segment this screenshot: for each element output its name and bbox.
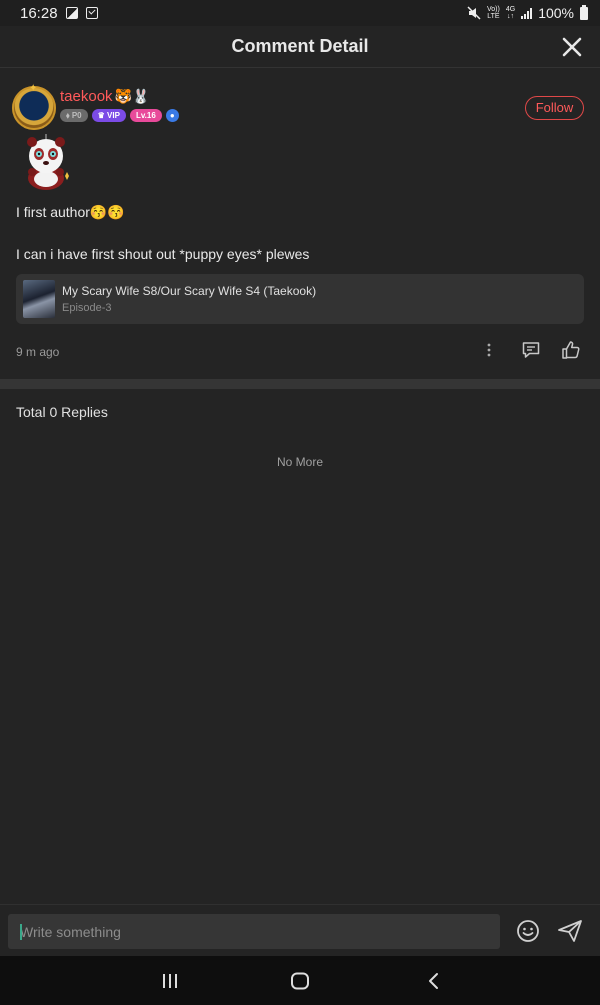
panda-sticker-icon bbox=[27, 134, 69, 190]
status-time: 16:28 bbox=[20, 4, 58, 22]
net-type-top: 4G bbox=[505, 6, 516, 13]
signal-icon bbox=[521, 7, 533, 19]
text-cursor bbox=[20, 924, 22, 940]
check-icon bbox=[85, 7, 98, 19]
vip-badge-label: VIP bbox=[107, 111, 120, 120]
work-card[interactable]: My Scary Wife S8/Our Scary Wife S4 (Taek… bbox=[16, 274, 584, 324]
reply-input[interactable] bbox=[8, 914, 500, 949]
system-nav-bar bbox=[0, 956, 600, 1005]
back-icon[interactable] bbox=[420, 968, 446, 994]
net-type-bottom: ↓↑ bbox=[507, 13, 515, 20]
work-title: My Scary Wife S8/Our Scary Wife S4 (Taek… bbox=[62, 284, 317, 298]
comment-text-line-2: I can i have first shout out *puppy eyes… bbox=[16, 246, 310, 262]
replies-count: Total 0 Replies bbox=[16, 404, 108, 420]
status-bar: 16:28 Vo)) LTE 4G ↓↑ 100% bbox=[0, 0, 600, 26]
page-title: Comment Detail bbox=[231, 36, 369, 56]
username-row: taekook 🐯🐰 bbox=[60, 88, 149, 105]
mute-icon bbox=[467, 6, 481, 20]
points-badge-label: P0 bbox=[71, 111, 82, 120]
mic-badge-icon: ● bbox=[165, 109, 179, 122]
close-icon[interactable] bbox=[560, 35, 584, 59]
comment-text-line-1: I first author😚😚 bbox=[16, 204, 125, 220]
volte-indicator: Vo)) LTE bbox=[487, 6, 500, 20]
like-icon[interactable] bbox=[560, 339, 582, 361]
username-emojis: 🐯🐰 bbox=[114, 88, 150, 104]
follow-button[interactable]: Follow bbox=[525, 96, 584, 120]
reply-icon[interactable] bbox=[520, 339, 542, 361]
user-badges: ⬧ P0 ♛ VIP Lv.16 ● bbox=[60, 109, 179, 122]
battery-percent: 100% bbox=[538, 5, 574, 21]
more-options-icon[interactable] bbox=[478, 339, 500, 361]
points-badge: ⬧ P0 bbox=[60, 109, 88, 122]
avatar[interactable]: ✦ bbox=[12, 83, 56, 130]
send-icon[interactable] bbox=[557, 919, 583, 943]
volte-bottom: LTE bbox=[487, 13, 500, 20]
gallery-icon bbox=[65, 7, 78, 19]
comment-input-bar bbox=[0, 904, 600, 956]
level-badge: Lv.16 bbox=[129, 109, 162, 122]
vip-badge: ♛ VIP bbox=[91, 109, 126, 122]
battery-icon bbox=[580, 4, 588, 20]
home-icon[interactable] bbox=[287, 968, 313, 994]
section-divider bbox=[0, 379, 600, 389]
net-type-indicator: 4G ↓↑ bbox=[506, 6, 515, 20]
emoji-icon[interactable] bbox=[516, 919, 540, 943]
no-more-label: No More bbox=[276, 455, 323, 469]
username[interactable]: taekook bbox=[60, 88, 113, 105]
recent-apps-icon[interactable] bbox=[157, 968, 183, 994]
work-episode: Episode-3 bbox=[62, 302, 112, 314]
work-thumbnail bbox=[23, 280, 55, 318]
header: Comment Detail bbox=[0, 26, 600, 68]
comment-timestamp: 9 m ago bbox=[16, 345, 60, 359]
avatar-frame-star-icon: ✦ bbox=[29, 83, 38, 94]
comment-actions bbox=[478, 339, 582, 361]
volte-top: Vo)) bbox=[487, 6, 500, 13]
